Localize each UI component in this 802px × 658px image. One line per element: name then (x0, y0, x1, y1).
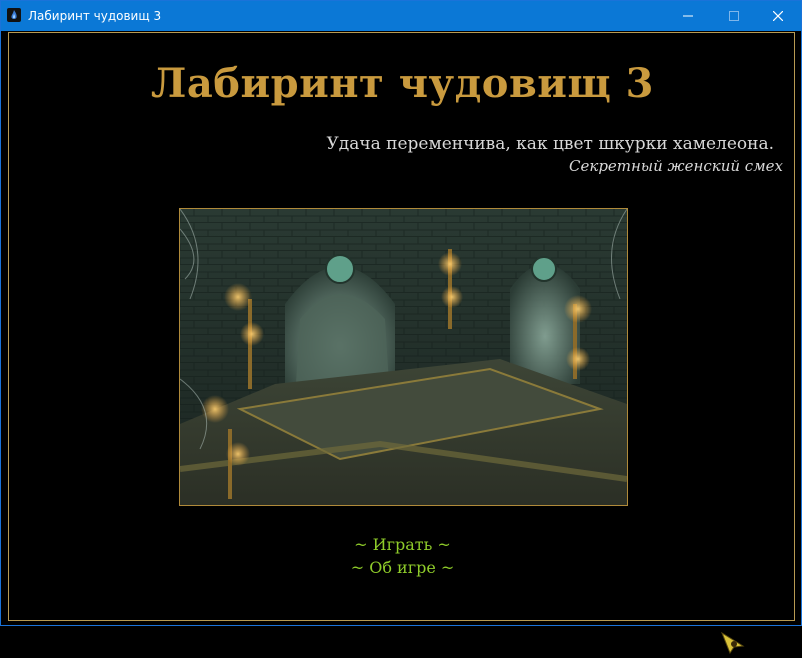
app-window: Лабиринт чудовищ 3 Лабиринт чудовищ 3 Уд… (0, 0, 802, 655)
mouse-cursor-icon (720, 631, 745, 658)
about-menu-item[interactable]: ~ Об игре ~ (9, 558, 796, 577)
play-menu-item[interactable]: ~ Играть ~ (9, 535, 796, 554)
dungeon-scene-image (179, 208, 628, 506)
quote-author: Секретный женский смех (569, 157, 783, 175)
maximize-button[interactable] (711, 1, 757, 31)
close-button[interactable] (755, 1, 801, 31)
close-icon (773, 11, 783, 21)
title-bar[interactable]: Лабиринт чудовищ 3 (1, 1, 801, 31)
minimize-button[interactable] (665, 1, 711, 31)
game-screen: Лабиринт чудовищ 3 Удача переменчива, ка… (8, 32, 796, 655)
window-title: Лабиринт чудовищ 3 (28, 9, 162, 23)
app-flame-icon (7, 8, 21, 22)
quote-text: Удача переменчива, как цвет шкурки хамел… (326, 134, 774, 154)
game-title: Лабиринт чудовищ 3 (151, 60, 654, 107)
minimize-icon (683, 15, 693, 17)
maximize-icon (729, 11, 739, 21)
